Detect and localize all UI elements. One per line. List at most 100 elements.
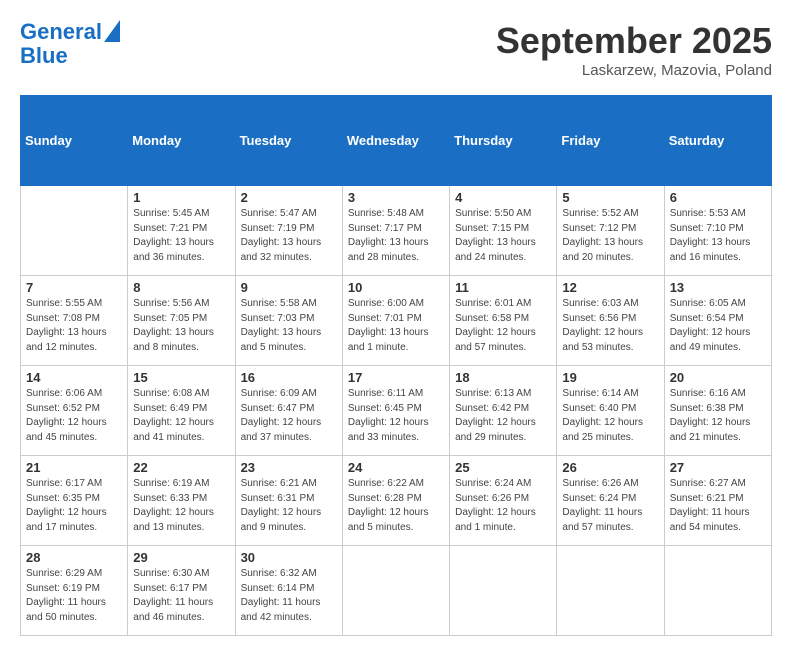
calendar-cell: 2 Sunrise: 5:47 AM Sunset: 7:19 PM Daylig… [235,186,342,276]
day-number: 21 [26,460,122,475]
day-detail: Sunrise: 6:01 AM Sunset: 6:58 PM Dayligh… [455,297,551,355]
calendar-cell: 28 Sunrise: 6:29 AM Sunset: 6:19 PM Dayli… [21,546,128,636]
day-number: 6 [670,190,766,205]
day-detail: Sunrise: 6:26 AM Sunset: 6:24 PM Dayligh… [562,477,658,535]
calendar-cell: 12 Sunrise: 6:03 AM Sunset: 6:56 PM Dayli… [557,276,664,366]
day-detail: Sunrise: 6:29 AM Sunset: 6:19 PM Dayligh… [26,567,122,625]
day-number: 22 [133,460,229,475]
day-detail: Sunrise: 6:27 AM Sunset: 6:21 PM Dayligh… [670,477,766,535]
calendar-cell: 4 Sunrise: 5:50 AM Sunset: 7:15 PM Daylig… [450,186,557,276]
day-number: 2 [241,190,337,205]
day-number: 12 [562,280,658,295]
day-number: 3 [348,190,444,205]
day-number: 15 [133,370,229,385]
day-detail: Sunrise: 6:00 AM Sunset: 7:01 PM Dayligh… [348,297,444,355]
day-number: 8 [133,280,229,295]
day-number: 28 [26,550,122,565]
calendar-cell: 21 Sunrise: 6:17 AM Sunset: 6:35 PM Dayli… [21,456,128,546]
day-number: 16 [241,370,337,385]
calendar-cell [664,546,771,636]
day-detail: Sunrise: 6:14 AM Sunset: 6:40 PM Dayligh… [562,387,658,445]
calendar-cell: 30 Sunrise: 6:32 AM Sunset: 6:14 PM Dayli… [235,546,342,636]
calendar-cell: 9Sunrise: 5:58 AM Sunset: 7:03 PM Daylig… [235,276,342,366]
calendar-cell: 24Sunrise: 6:22 AM Sunset: 6:28 PM Dayli… [342,456,449,546]
calendar-cell [450,546,557,636]
day-detail: Sunrise: 6:24 AM Sunset: 6:26 PM Dayligh… [455,477,551,535]
day-number: 10 [348,280,444,295]
day-detail: Sunrise: 6:17 AM Sunset: 6:35 PM Dayligh… [26,477,122,535]
day-detail: Sunrise: 5:53 AM Sunset: 7:10 PM Dayligh… [670,207,766,265]
day-number: 5 [562,190,658,205]
day-detail: Sunrise: 6:16 AM Sunset: 6:38 PM Dayligh… [670,387,766,445]
weekday-saturday: Saturday [664,96,771,186]
calendar-cell: 11Sunrise: 6:01 AM Sunset: 6:58 PM Dayli… [450,276,557,366]
logo: General Blue [20,20,120,68]
day-detail: Sunrise: 5:45 AM Sunset: 7:21 PM Dayligh… [133,207,229,265]
calendar-cell: 16 Sunrise: 6:09 AM Sunset: 6:47 PM Dayli… [235,366,342,456]
day-detail: Sunrise: 5:52 AM Sunset: 7:12 PM Dayligh… [562,207,658,265]
calendar-cell: 1 Sunrise: 5:45 AM Sunset: 7:21 PM Daylig… [128,186,235,276]
location: Laskarzew, Mazovia, Poland [496,62,772,79]
weekday-wednesday: Wednesday [342,96,449,186]
day-number: 27 [670,460,766,475]
calendar-cell: 26Sunrise: 6:26 AM Sunset: 6:24 PM Dayli… [557,456,664,546]
day-number: 18 [455,370,551,385]
day-number: 23 [241,460,337,475]
weekday-monday: Monday [128,96,235,186]
day-detail: Sunrise: 6:06 AM Sunset: 6:52 PM Dayligh… [26,387,122,445]
calendar-week-2: 7 Sunrise: 5:55 AM Sunset: 7:08 PM Daylig… [21,276,772,366]
day-number: 19 [562,370,658,385]
day-detail: Sunrise: 5:48 AM Sunset: 7:17 PM Dayligh… [348,207,444,265]
calendar-table: SundayMondayTuesdayWednesdayThursdayFrid… [20,95,772,636]
day-detail: Sunrise: 6:08 AM Sunset: 6:49 PM Dayligh… [133,387,229,445]
weekday-header-row: SundayMondayTuesdayWednesdayThursdayFrid… [21,96,772,186]
day-detail: Sunrise: 6:03 AM Sunset: 6:56 PM Dayligh… [562,297,658,355]
calendar-cell: 3 Sunrise: 5:48 AM Sunset: 7:17 PM Daylig… [342,186,449,276]
day-detail: Sunrise: 6:21 AM Sunset: 6:31 PM Dayligh… [241,477,337,535]
day-detail: Sunrise: 6:05 AM Sunset: 6:54 PM Dayligh… [670,297,766,355]
day-detail: Sunrise: 5:50 AM Sunset: 7:15 PM Dayligh… [455,207,551,265]
calendar-cell [21,186,128,276]
calendar-body: 1 Sunrise: 5:45 AM Sunset: 7:21 PM Daylig… [21,186,772,636]
weekday-sunday: Sunday [21,96,128,186]
logo-text-blue: Blue [20,44,68,68]
weekday-thursday: Thursday [450,96,557,186]
calendar-week-5: 28 Sunrise: 6:29 AM Sunset: 6:19 PM Dayli… [21,546,772,636]
day-detail: Sunrise: 6:19 AM Sunset: 6:33 PM Dayligh… [133,477,229,535]
title-block: September 2025 Laskarzew, Mazovia, Polan… [496,20,772,79]
calendar-cell: 5 Sunrise: 5:52 AM Sunset: 7:12 PM Daylig… [557,186,664,276]
day-number: 1 [133,190,229,205]
calendar-cell: 13 Sunrise: 6:05 AM Sunset: 6:54 PM Dayli… [664,276,771,366]
day-detail: Sunrise: 5:55 AM Sunset: 7:08 PM Dayligh… [26,297,122,355]
weekday-tuesday: Tuesday [235,96,342,186]
calendar-cell: 7 Sunrise: 5:55 AM Sunset: 7:08 PM Daylig… [21,276,128,366]
logo-text-general: General [20,20,102,44]
weekday-friday: Friday [557,96,664,186]
calendar-week-3: 14 Sunrise: 6:06 AM Sunset: 6:52 PM Dayli… [21,366,772,456]
day-number: 14 [26,370,122,385]
day-number: 25 [455,460,551,475]
calendar-cell: 27 Sunrise: 6:27 AM Sunset: 6:21 PM Dayli… [664,456,771,546]
page-header: General Blue September 2025 Laskarzew, M… [20,20,772,79]
calendar-cell: 15 Sunrise: 6:08 AM Sunset: 6:49 PM Dayli… [128,366,235,456]
day-number: 30 [241,550,337,565]
day-detail: Sunrise: 6:09 AM Sunset: 6:47 PM Dayligh… [241,387,337,445]
calendar-cell: 23 Sunrise: 6:21 AM Sunset: 6:31 PM Dayli… [235,456,342,546]
day-detail: Sunrise: 5:47 AM Sunset: 7:19 PM Dayligh… [241,207,337,265]
day-number: 17 [348,370,444,385]
day-detail: Sunrise: 5:58 AM Sunset: 7:03 PM Dayligh… [241,297,337,355]
day-number: 7 [26,280,122,295]
calendar-cell: 17Sunrise: 6:11 AM Sunset: 6:45 PM Dayli… [342,366,449,456]
day-number: 4 [455,190,551,205]
day-detail: Sunrise: 5:56 AM Sunset: 7:05 PM Dayligh… [133,297,229,355]
calendar-cell: 29Sunrise: 6:30 AM Sunset: 6:17 PM Dayli… [128,546,235,636]
day-number: 29 [133,550,229,565]
logo-icon [104,20,120,42]
day-detail: Sunrise: 6:32 AM Sunset: 6:14 PM Dayligh… [241,567,337,625]
calendar-cell: 6 Sunrise: 5:53 AM Sunset: 7:10 PM Daylig… [664,186,771,276]
day-number: 13 [670,280,766,295]
day-detail: Sunrise: 6:13 AM Sunset: 6:42 PM Dayligh… [455,387,551,445]
calendar-cell: 19 Sunrise: 6:14 AM Sunset: 6:40 PM Dayli… [557,366,664,456]
calendar-cell: 25 Sunrise: 6:24 AM Sunset: 6:26 PM Dayli… [450,456,557,546]
calendar-cell: 8 Sunrise: 5:56 AM Sunset: 7:05 PM Daylig… [128,276,235,366]
